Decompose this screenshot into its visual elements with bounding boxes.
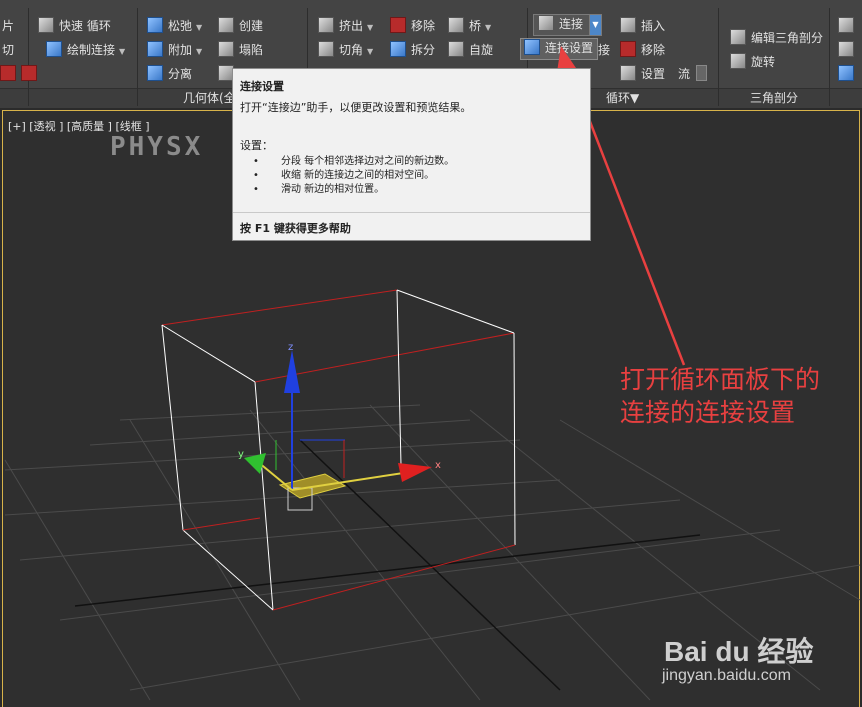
- physx-logo: PHYSX: [110, 132, 204, 162]
- baidu-watermark-url: jingyan.baidu.com: [662, 667, 791, 684]
- tooltip-title: 连接设置: [240, 80, 284, 93]
- gizmo-x-arrow: [398, 463, 432, 482]
- list-item: 滑动 新边的相对位置。: [253, 183, 454, 197]
- world-axis-line: [299, 439, 561, 691]
- tooltip-help: 按 F1 键获得更多帮助: [240, 222, 351, 235]
- baidu-watermark-logo: Bai du 经验: [664, 636, 814, 667]
- axis-y-label: y: [238, 449, 244, 460]
- annotation-line: 连接的连接设置: [620, 398, 796, 427]
- tooltip-divider: [233, 212, 590, 213]
- list-item: 收缩 新的连接边之间的相对空间。: [253, 169, 454, 183]
- tooltip-settings-heading: 设置：: [240, 139, 273, 152]
- axis-x-label: x: [435, 460, 441, 471]
- tooltip-settings-list: 分段 每个相邻选择边对之间的新边数。 收缩 新的连接边之间的相对空间。 滑动 新…: [253, 155, 454, 197]
- annotation-line: 打开循环面板下的: [620, 365, 821, 394]
- annotation-text: 打开循环面板下的 连接的连接设置: [620, 363, 820, 429]
- world-axis-line: [74, 534, 701, 607]
- gizmo-z-arrow: [284, 350, 300, 393]
- axis-z-label: z: [288, 342, 293, 353]
- tooltip-description: 打开“连接边”助手，以便更改设置和预览结果。: [240, 101, 472, 114]
- list-item: 分段 每个相邻选择边对之间的新边数。: [253, 155, 454, 169]
- connect-settings-tooltip: 连接设置 打开“连接边”助手，以便更改设置和预览结果。 设置： 分段 每个相邻选…: [232, 68, 591, 241]
